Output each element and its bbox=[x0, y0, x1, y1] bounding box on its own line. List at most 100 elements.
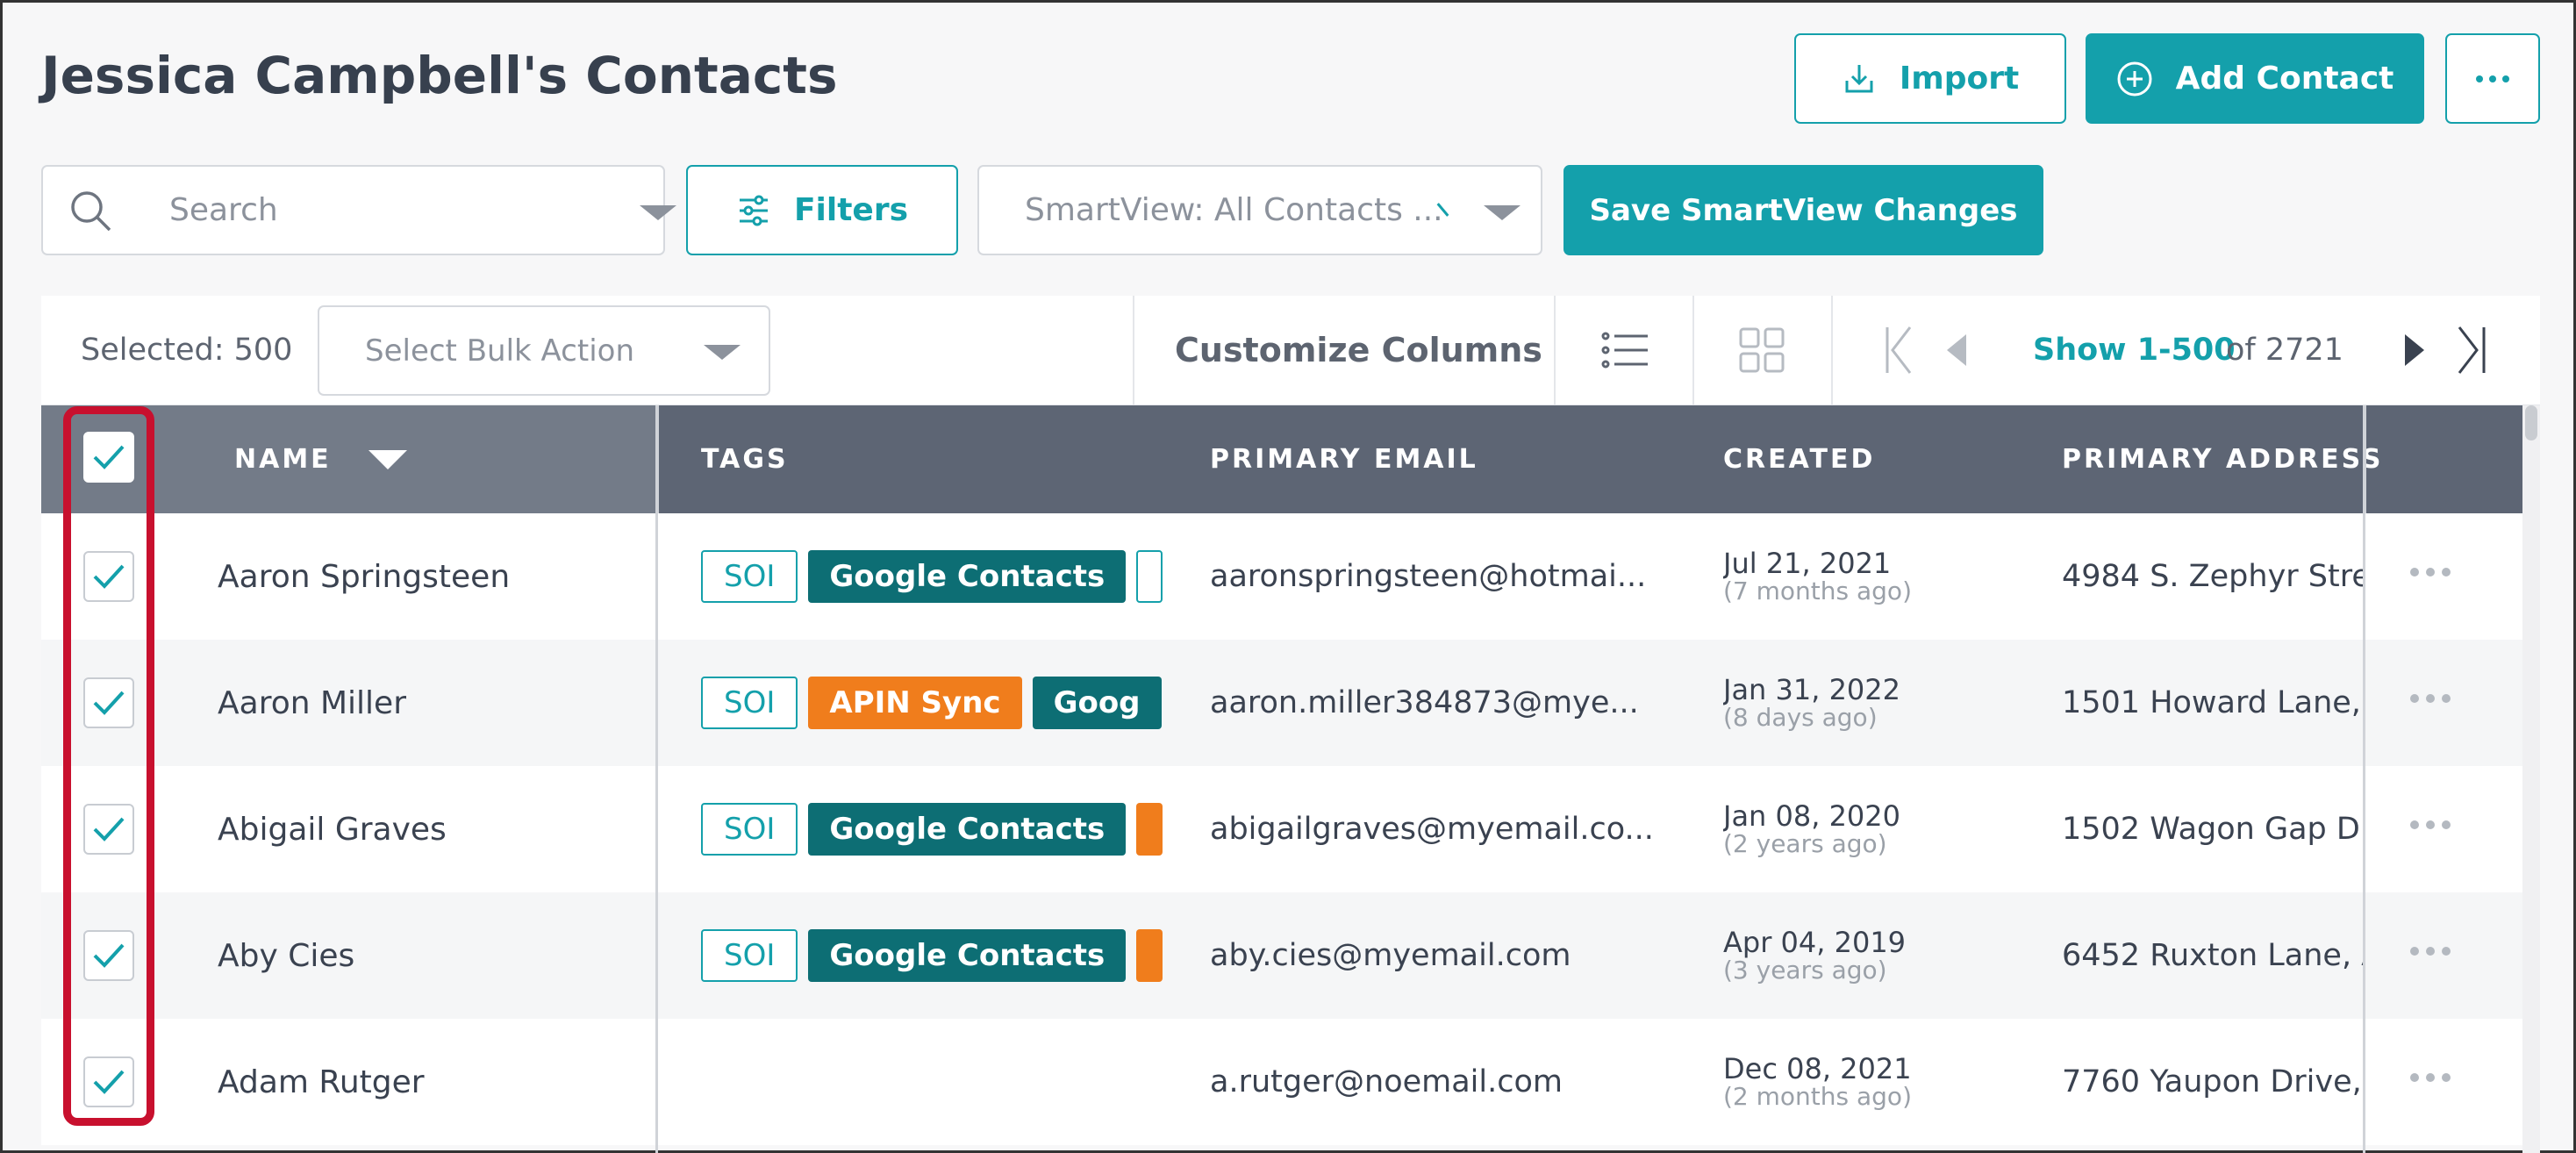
smartview-select[interactable]: SmartView: All Contacts ... bbox=[977, 165, 1542, 255]
created-date: Jan 31, 2022 (8 days ago) bbox=[1723, 640, 1900, 766]
contact-address: 1501 Howard Lane, bbox=[2062, 685, 2361, 720]
column-header-created[interactable]: CREATED bbox=[1723, 405, 1875, 513]
toolbar-divider bbox=[1831, 296, 1833, 405]
row-checkbox[interactable] bbox=[83, 930, 134, 981]
tag-badge[interactable]: SOI bbox=[701, 803, 798, 856]
tag-badge[interactable]: Google Contacts bbox=[808, 929, 1127, 982]
download-icon bbox=[1842, 61, 1877, 97]
chevron-down-icon[interactable] bbox=[640, 205, 676, 220]
table-header: NAME TAGS PRIMARY EMAIL CREATED PRIMARY … bbox=[41, 405, 2522, 513]
created-relative: (2 months ago) bbox=[1723, 1082, 1912, 1111]
created-date-value: Jan 31, 2022 bbox=[1723, 673, 1900, 706]
page-title: Jessica Campbell's Contacts bbox=[41, 46, 838, 105]
table-row[interactable]: Aaron Miller SOI APIN Sync Goog aaron.miller… bbox=[41, 640, 2522, 766]
contact-address: 6452 Ruxton Lane, A bbox=[2062, 938, 2363, 973]
row-more-icon[interactable] bbox=[2410, 694, 2451, 703]
import-label: Import bbox=[1899, 61, 2020, 97]
created-date: Apr 04, 2019 (3 years ago) bbox=[1723, 892, 1906, 1019]
contact-email[interactable]: aby.cies@myemail.com bbox=[1210, 892, 1571, 1019]
selected-count: Selected: 500 bbox=[81, 333, 293, 368]
table-scrollbar[interactable] bbox=[2522, 405, 2540, 1153]
plus-circle-icon bbox=[2116, 61, 2153, 97]
pagination-range: Show 1-500 bbox=[2033, 333, 2236, 368]
row-checkbox[interactable] bbox=[83, 804, 134, 855]
toolbar-divider bbox=[1133, 296, 1134, 405]
contact-tags: SOI Google Contacts bbox=[701, 766, 1170, 892]
column-header-tags[interactable]: TAGS bbox=[701, 405, 789, 513]
toolbar-divider bbox=[1692, 296, 1694, 405]
add-contact-label: Add Contact bbox=[2175, 61, 2394, 97]
row-checkbox[interactable] bbox=[83, 677, 134, 728]
tag-badge[interactable]: Google Contacts bbox=[808, 550, 1127, 603]
column-header-email[interactable]: PRIMARY EMAIL bbox=[1210, 405, 1478, 513]
prev-page-icon[interactable] bbox=[1947, 334, 1968, 369]
contact-tags: SOI Google Contacts bbox=[701, 892, 1170, 1019]
table-row[interactable]: Adam Rutger a.rutger@noemail.com Dec 08, 2… bbox=[41, 1019, 2522, 1145]
checkmark-icon bbox=[93, 1070, 125, 1094]
created-relative: (8 days ago) bbox=[1723, 703, 1878, 732]
table-row[interactable]: Aaron Springsteen SOI Google Contacts aaron… bbox=[41, 513, 2522, 640]
filters-button[interactable]: Filters bbox=[686, 165, 958, 255]
contact-email[interactable]: a.rutger@noemail.com bbox=[1210, 1019, 1563, 1145]
table-toolbar: Selected: 500 Select Bulk Action Customi… bbox=[41, 296, 2540, 405]
import-button[interactable]: Import bbox=[1794, 33, 2066, 124]
add-contact-button[interactable]: Add Contact bbox=[2086, 33, 2424, 124]
tag-overflow bbox=[1136, 550, 1163, 603]
checkmark-icon bbox=[93, 817, 125, 841]
grid-view-icon[interactable] bbox=[1739, 327, 1785, 376]
tag-badge[interactable]: SOI bbox=[701, 929, 798, 982]
created-date: Dec 08, 2021 (2 months ago) bbox=[1723, 1019, 1912, 1145]
column-header-name[interactable]: NAME bbox=[234, 405, 407, 513]
tag-badge[interactable]: APIN Sync bbox=[808, 677, 1022, 729]
table-row[interactable]: Abigail Graves SOI Google Contacts abigailg… bbox=[41, 766, 2522, 892]
tag-overflow bbox=[1136, 929, 1163, 982]
contact-tags: SOI Google Contacts bbox=[701, 513, 1170, 640]
contact-name[interactable]: Adam Rutger bbox=[218, 1019, 425, 1145]
first-page-icon[interactable] bbox=[1884, 326, 1915, 378]
next-page-icon[interactable] bbox=[2403, 334, 2424, 369]
contact-name[interactable]: Aaron Springsteen bbox=[218, 513, 510, 640]
row-checkbox[interactable] bbox=[83, 551, 134, 602]
last-page-icon[interactable] bbox=[2456, 326, 2487, 378]
chevron-down-icon[interactable] bbox=[704, 345, 741, 360]
list-view-icon[interactable] bbox=[1600, 329, 1649, 375]
tag-badge[interactable]: Google Contacts bbox=[808, 803, 1127, 856]
table-row[interactable]: Aby Cies SOI Google Contacts aby.cies@myema… bbox=[41, 892, 2522, 1019]
row-checkbox[interactable] bbox=[83, 1056, 134, 1107]
created-date-value: Dec 08, 2021 bbox=[1723, 1052, 1912, 1085]
select-all-checkbox[interactable] bbox=[83, 432, 134, 483]
search-input[interactable]: Search bbox=[41, 165, 676, 255]
toolbar-divider bbox=[1554, 296, 1556, 405]
column-divider bbox=[655, 405, 659, 513]
column-divider bbox=[2363, 405, 2366, 513]
save-smartview-label: Save SmartView Changes bbox=[1589, 192, 2018, 228]
bulk-action-select[interactable]: Select Bulk Action bbox=[318, 305, 770, 396]
created-date-value: Jul 21, 2021 bbox=[1723, 547, 1892, 580]
row-more-icon[interactable] bbox=[2410, 820, 2451, 829]
created-relative: (2 years ago) bbox=[1723, 829, 1887, 858]
contact-email[interactable]: abigailgraves@myemail.co... bbox=[1210, 766, 1654, 892]
sort-desc-icon[interactable] bbox=[368, 449, 407, 469]
scrollbar-thumb[interactable] bbox=[2525, 405, 2537, 440]
tag-badge[interactable]: SOI bbox=[701, 677, 798, 729]
contact-email[interactable]: aaronspringsteen@hotmai... bbox=[1210, 513, 1646, 640]
contact-address: 1502 Wagon Gap D bbox=[2062, 812, 2360, 847]
column-divider bbox=[2363, 513, 2365, 1153]
column-header-address[interactable]: PRIMARY ADDRESS bbox=[2062, 405, 2404, 513]
contact-name[interactable]: Aaron Miller bbox=[218, 640, 406, 766]
row-more-icon[interactable] bbox=[2410, 1073, 2451, 1082]
save-smartview-button[interactable]: Save SmartView Changes bbox=[1563, 165, 2043, 255]
search-placeholder: Search bbox=[169, 192, 278, 228]
chevron-down-icon[interactable] bbox=[1484, 205, 1521, 220]
row-more-icon[interactable] bbox=[2410, 568, 2451, 576]
customize-columns-button[interactable]: Customize Columns bbox=[1175, 331, 1542, 369]
more-actions-button[interactable] bbox=[2445, 33, 2540, 124]
row-more-icon[interactable] bbox=[2410, 947, 2451, 956]
tag-badge[interactable]: Goog bbox=[1032, 677, 1162, 729]
contact-name[interactable]: Abigail Graves bbox=[218, 766, 447, 892]
contact-email[interactable]: aaron.miller384873@mye... bbox=[1210, 640, 1639, 766]
contact-address: 7760 Yaupon Drive, bbox=[2062, 1064, 2362, 1099]
tag-badge[interactable]: SOI bbox=[701, 550, 798, 603]
contact-name[interactable]: Aby Cies bbox=[218, 892, 354, 1019]
filters-label: Filters bbox=[793, 192, 909, 228]
